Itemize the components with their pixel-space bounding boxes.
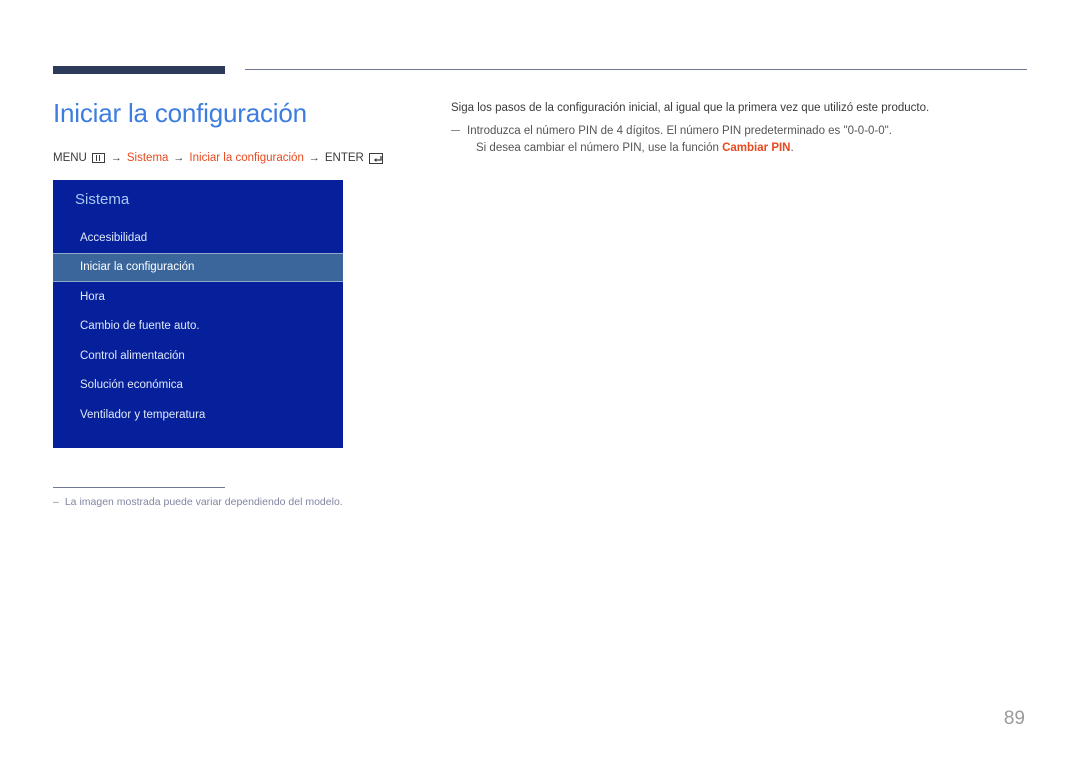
breadcrumb-enter-label: ENTER — [324, 152, 364, 164]
osd-menu-header: Sistema — [75, 191, 130, 208]
note-change-pin-suffix: . — [790, 142, 794, 155]
footnote-dash: – — [53, 496, 59, 508]
body-lead-text: Siga los pasos de la configuración inici… — [451, 102, 930, 114]
note-change-pin-accent: Cambiar PIN — [722, 142, 791, 155]
osd-item-ventilador-y-temperatura[interactable]: Ventilador y temperatura — [53, 400, 343, 430]
menu-icon — [91, 153, 105, 163]
osd-item-iniciar-la-configuracion[interactable]: Iniciar la configuración — [53, 252, 343, 282]
note-change-pin-prefix: Si desea cambiar el número PIN, use la f… — [476, 142, 723, 155]
top-rule — [53, 64, 1027, 76]
footnote-text: La imagen mostrada puede variar dependie… — [64, 496, 343, 508]
breadcrumb-arrow-3: → — [308, 152, 320, 164]
note-block: Introduzca el número PIN de 4 dígitos. E… — [451, 123, 1011, 159]
note-line-change-pin: Si desea cambiar el número PIN, use la f… — [467, 140, 1011, 158]
note-line-pin: Introduzca el número PIN de 4 dígitos. E… — [467, 124, 892, 137]
page-number: 89 — [1003, 708, 1025, 729]
osd-item-hora[interactable]: Hora — [53, 282, 343, 312]
footnote: – La imagen mostrada puede variar depend… — [53, 487, 453, 508]
footnote-rule — [53, 487, 225, 488]
breadcrumb-step-system: Sistema — [126, 152, 169, 164]
note-dash-icon — [451, 129, 460, 131]
page-title: Iniciar la configuración — [53, 98, 307, 128]
top-rule-thin-line — [245, 69, 1027, 70]
osd-item-accesibilidad[interactable]: Accesibilidad — [53, 223, 343, 253]
osd-menu-list: Accesibilidad Iniciar la configuración H… — [53, 223, 343, 430]
osd-item-control-alimentacion[interactable]: Control alimentación — [53, 341, 343, 371]
enter-key-icon — [368, 152, 383, 164]
osd-item-cambio-de-fuente-auto[interactable]: Cambio de fuente auto. — [53, 312, 343, 342]
breadcrumb: MENU → Sistema → Iniciar la configuració… — [53, 152, 384, 164]
breadcrumb-arrow-1: → — [110, 152, 122, 164]
breadcrumb-menu-label: MENU — [53, 152, 87, 164]
osd-item-solucion-economica[interactable]: Solución económica — [53, 371, 343, 401]
body-copy: Siga los pasos de la configuración inici… — [451, 100, 1011, 158]
breadcrumb-step-setup: Iniciar la configuración — [189, 152, 304, 164]
breadcrumb-arrow-2: → — [173, 152, 185, 164]
top-rule-thick-bar — [53, 66, 225, 74]
footnote-row: – La imagen mostrada puede variar depend… — [53, 496, 453, 508]
osd-menu-panel: Sistema Accesibilidad Iniciar la configu… — [53, 180, 343, 448]
